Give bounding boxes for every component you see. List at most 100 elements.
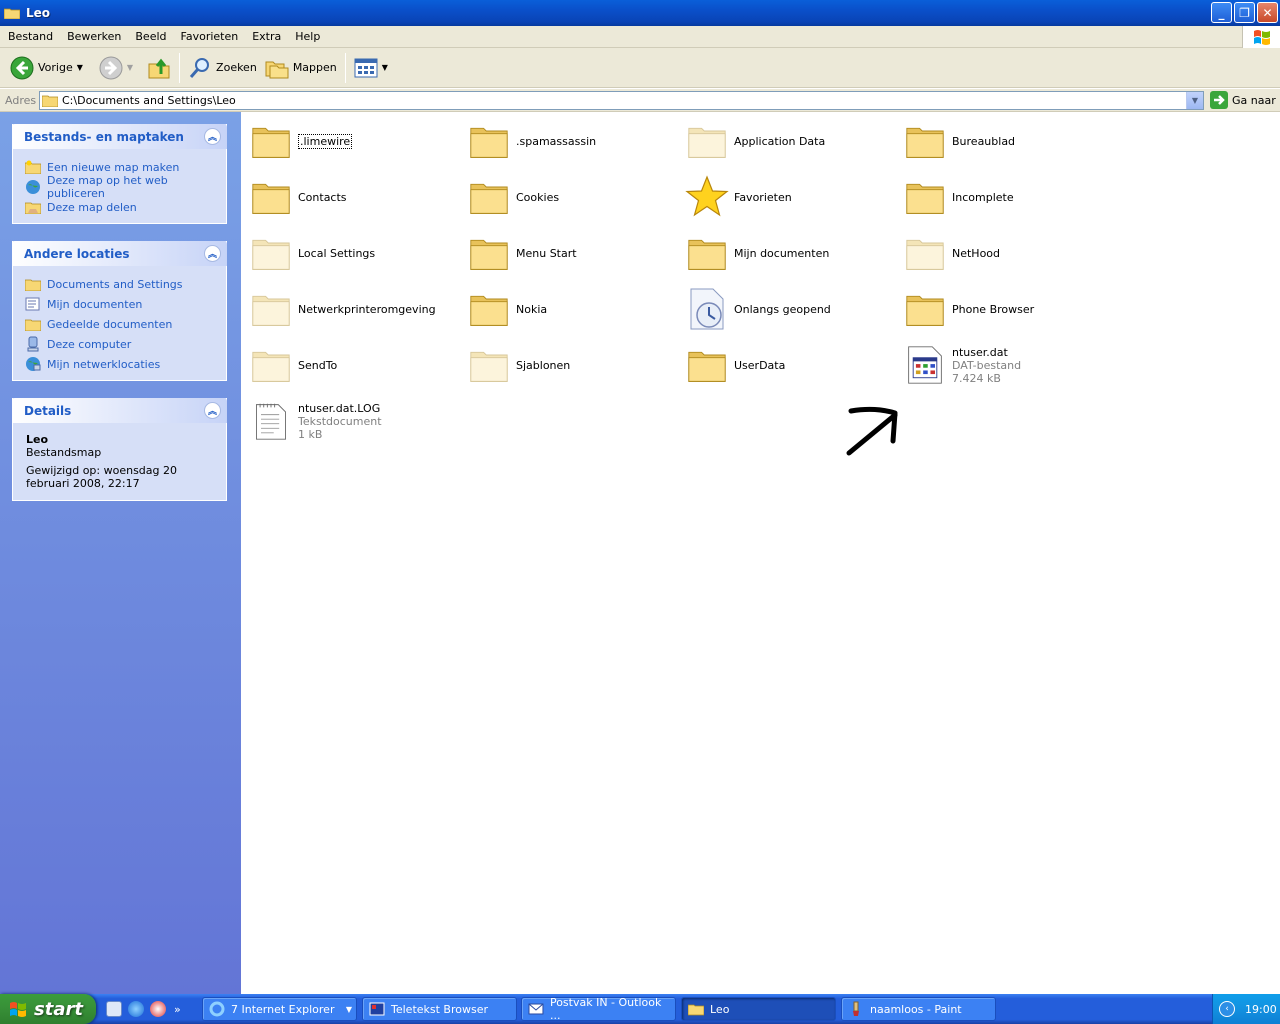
collapse-icon[interactable]: ︽	[204, 245, 221, 262]
menu-help[interactable]: Help	[287, 30, 326, 43]
dat-file-icon	[903, 343, 947, 387]
taskbar: start » 7 Internet Explorer ▼ Teletekst …	[0, 994, 1280, 1024]
item-name: SendTo	[298, 358, 338, 372]
folder-item[interactable]: Onlangs geopend	[685, 284, 895, 334]
taskbar-label: Leo	[710, 1002, 730, 1016]
place-documents-and-settings[interactable]: Documents and Settings	[25, 274, 216, 294]
back-arrow-icon	[10, 56, 34, 79]
task-publish-web[interactable]: Deze map op het web publiceren	[25, 174, 216, 200]
folder-item[interactable]: .limewire	[249, 116, 459, 166]
folder-icon	[685, 231, 729, 275]
menu-bestand[interactable]: Bestand	[0, 30, 59, 43]
details-header[interactable]: Details ︽	[12, 398, 227, 423]
file-item[interactable]: ntuser.dat DAT-bestand 7.424 kB	[903, 340, 1113, 390]
folder-item[interactable]: Mijn documenten	[685, 228, 895, 278]
taskbar-button-leo[interactable]: Leo	[681, 997, 836, 1021]
item-name: NetHood	[952, 246, 1001, 260]
folder-item[interactable]: NetHood	[903, 228, 1113, 278]
folders-icon	[265, 61, 289, 78]
folder-item[interactable]: Cookies	[467, 172, 677, 222]
details-modified: Gewijzigd op: woensdag 20 februari 2008,…	[26, 464, 178, 490]
menu-bewerken[interactable]: Bewerken	[59, 30, 127, 43]
clock[interactable]: 19:00	[1245, 1003, 1277, 1016]
back-label: Vorige	[38, 61, 73, 74]
minimize-button[interactable]: _	[1211, 2, 1232, 23]
folder-icon	[467, 119, 511, 163]
place-network[interactable]: Mijn netwerklocaties	[25, 354, 216, 374]
folder-item[interactable]: Phone Browser	[903, 284, 1113, 334]
place-my-computer[interactable]: Deze computer	[25, 334, 216, 354]
folder-item[interactable]: Bureaublad	[903, 116, 1113, 166]
folder-item[interactable]: Sjablonen	[467, 340, 677, 390]
file-tasks-panel: Bestands- en maptaken ︽ Een nieuwe map m…	[12, 124, 227, 224]
chevron-down-icon[interactable]: ▼	[382, 63, 388, 72]
task-share-folder[interactable]: Deze map delen	[25, 197, 216, 217]
item-name: Netwerkprinteromgeving	[298, 302, 436, 316]
folder-item[interactable]: Menu Start	[467, 228, 677, 278]
restore-button[interactable]: ❐	[1234, 2, 1255, 23]
folder-item[interactable]: UserData	[685, 340, 895, 390]
taskbar-button-ie[interactable]: 7 Internet Explorer ▼	[202, 997, 357, 1021]
taskbar-label: naamloos - Paint	[870, 1002, 962, 1016]
more-icon[interactable]: »	[174, 1003, 181, 1016]
views-button[interactable]: ▼	[350, 51, 392, 85]
folder-item[interactable]: Incomplete	[903, 172, 1113, 222]
collapse-icon[interactable]: ︽	[204, 128, 221, 145]
chevron-down-icon: ▼	[345, 1004, 352, 1014]
search-icon	[189, 57, 210, 78]
item-name: Bureaublad	[952, 134, 1016, 148]
place-my-documents[interactable]: Mijn documenten	[25, 294, 216, 314]
chevron-down-icon[interactable]: ▼	[77, 63, 83, 72]
go-button[interactable]: Ga naar	[1210, 91, 1276, 109]
search-button[interactable]: Zoeken	[184, 51, 261, 85]
internet-explorer-icon	[209, 1001, 225, 1017]
task-label: Deze map op het web publiceren	[47, 174, 168, 200]
menu-extra[interactable]: Extra	[244, 30, 287, 43]
address-label: Adres	[5, 93, 37, 107]
start-button[interactable]: start	[0, 994, 96, 1024]
folder-item[interactable]: .spamassassin	[467, 116, 677, 166]
title-bar[interactable]: Leo _ ❐ ✕	[0, 0, 1280, 26]
item-size: 7.424 kB	[952, 371, 1001, 385]
folder-item[interactable]: Nokia	[467, 284, 677, 334]
internet-explorer-icon[interactable]	[128, 1001, 144, 1017]
forward-button[interactable]: ▼	[95, 51, 137, 85]
folder-item[interactable]: Application Data	[685, 116, 895, 166]
chevron-down-icon[interactable]: ▼	[127, 63, 133, 72]
other-places-header[interactable]: Andere locaties ︽	[12, 241, 227, 266]
item-name: Incomplete	[952, 190, 1014, 204]
menu-favorieten[interactable]: Favorieten	[173, 30, 245, 43]
taskbar-button-outlook[interactable]: Postvak IN - Outlook ...	[521, 996, 676, 1022]
chevron-down-icon[interactable]: ▼	[1186, 92, 1203, 109]
place-shared-documents[interactable]: Gedeelde documenten	[25, 314, 216, 334]
collapse-icon[interactable]: ︽	[204, 402, 221, 419]
show-desktop-icon[interactable]	[106, 1001, 122, 1017]
go-arrow-icon	[1210, 91, 1228, 109]
up-folder-button[interactable]	[143, 51, 175, 85]
folders-button[interactable]: Mappen	[261, 51, 341, 85]
taskbar-button-paint[interactable]: naamloos - Paint	[841, 997, 996, 1021]
folder-icon	[467, 287, 511, 331]
task-label: Een nieuwe map maken	[47, 160, 180, 174]
menu-beeld[interactable]: Beeld	[127, 30, 172, 43]
file-tasks-header[interactable]: Bestands- en maptaken ︽	[12, 124, 227, 149]
up-folder-icon	[148, 58, 170, 78]
folder-item[interactable]: Netwerkprinteromgeving	[249, 284, 459, 334]
chevron-left-icon[interactable]: ‹	[1219, 1001, 1235, 1017]
item-name: Local Settings	[298, 246, 376, 260]
back-button[interactable]: Vorige ▼	[6, 51, 87, 85]
close-button[interactable]: ✕	[1257, 2, 1278, 23]
item-name: Application Data	[734, 134, 826, 148]
taskbar-button-teletekst[interactable]: Teletekst Browser	[362, 997, 517, 1021]
menu-bar: Bestand Bewerken Beeld Favorieten Extra …	[0, 26, 1280, 48]
address-input[interactable]: C:\Documents and Settings\Leo ▼	[39, 91, 1204, 110]
details-type: Bestandsmap	[26, 446, 102, 459]
media-player-icon[interactable]	[150, 1001, 166, 1017]
folder-item[interactable]: Favorieten	[685, 172, 895, 222]
folder-item[interactable]: Contacts	[249, 172, 459, 222]
folder-item[interactable]: Local Settings	[249, 228, 459, 278]
folder-icon	[42, 95, 58, 107]
folder-item[interactable]: SendTo	[249, 340, 459, 390]
recent-icon	[685, 287, 729, 331]
file-item[interactable]: ntuser.dat.LOG Tekstdocument 1 kB	[249, 396, 459, 446]
